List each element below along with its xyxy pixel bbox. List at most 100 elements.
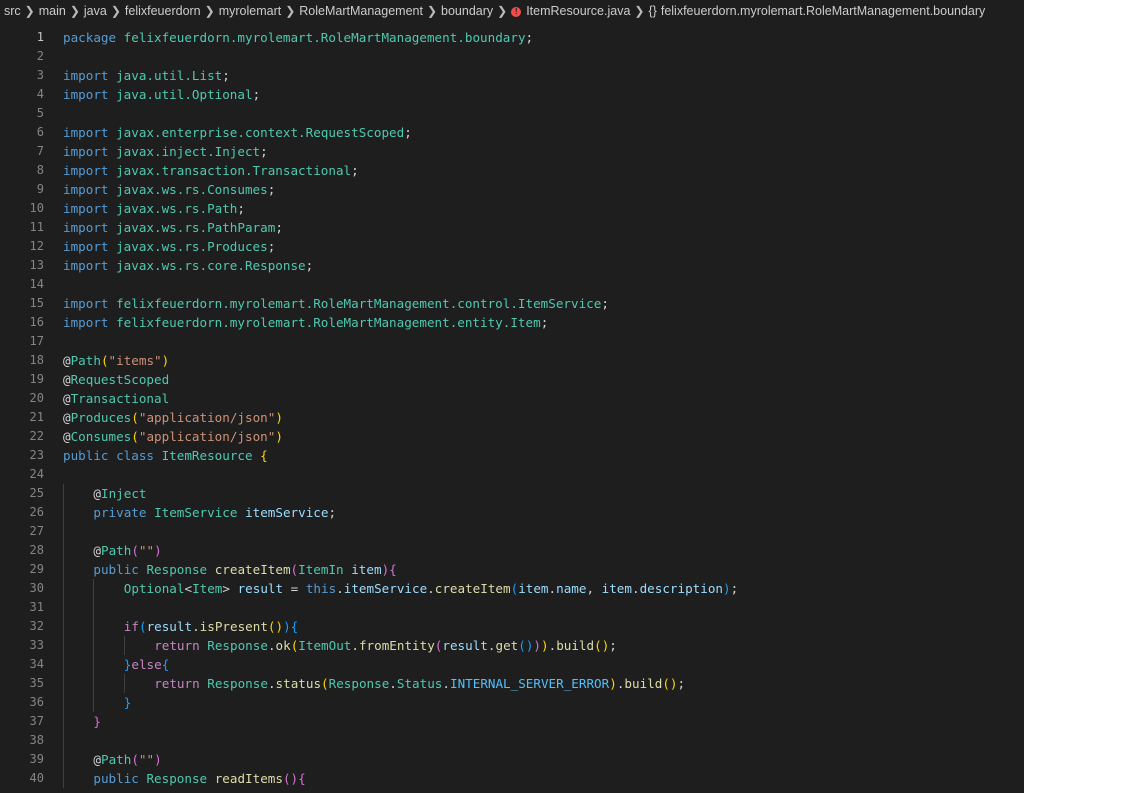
code-line[interactable]: 13 import javax.ws.rs.core.Response; xyxy=(0,256,1024,275)
code-line[interactable]: 35 return Response.status(Response.Status… xyxy=(0,674,1024,693)
code-line[interactable]: 2 xyxy=(0,47,1024,66)
code-line[interactable]: 24 xyxy=(0,465,1024,484)
code-editor[interactable]: src ❯ main ❯ java ❯ felixfeuerdorn ❯ myr… xyxy=(0,0,1024,793)
breadcrumb-myrolemart[interactable]: myrolemart xyxy=(219,4,282,18)
code-token: itemService xyxy=(245,505,329,520)
code-token: ) xyxy=(722,581,731,596)
code-token: import xyxy=(63,163,117,178)
indent-guide xyxy=(63,655,64,674)
code-token: createItem xyxy=(434,581,511,596)
code-token: ; xyxy=(525,30,534,45)
code-line[interactable]: 38 xyxy=(0,731,1024,750)
code-token: import xyxy=(63,239,117,254)
code-line[interactable]: 33 return Response.ok(ItemOut.fromEntity(… xyxy=(0,636,1024,655)
code-line[interactable]: 20 @Transactional xyxy=(0,389,1024,408)
code-token: ( xyxy=(131,543,139,558)
breadcrumb-felixfeuerdorn[interactable]: felixfeuerdorn xyxy=(125,4,201,18)
code-line[interactable]: 21 @Produces("application/json") xyxy=(0,408,1024,427)
line-content: public Response createItem(ItemIn item){ xyxy=(93,560,396,579)
line-content: import felixfeuerdorn.myrolemart.RoleMar… xyxy=(63,313,548,332)
code-line[interactable]: 4 import java.util.Optional; xyxy=(0,85,1024,104)
code-token: ; xyxy=(730,581,739,596)
code-token: ( xyxy=(290,562,299,577)
line-number: 15 xyxy=(29,296,44,310)
line-content: import javax.ws.rs.Path; xyxy=(63,199,245,218)
line-number: 26 xyxy=(29,505,44,519)
code-line[interactable]: 15 import felixfeuerdorn.myrolemart.RoleM… xyxy=(0,294,1024,313)
line-number: 18 xyxy=(29,353,44,367)
code-line[interactable]: 16 import felixfeuerdorn.myrolemart.RoleM… xyxy=(0,313,1024,332)
code-token: ) xyxy=(283,619,291,634)
code-line[interactable]: 5 xyxy=(0,104,1024,123)
code-line[interactable]: 25 @Inject xyxy=(0,484,1024,503)
code-line[interactable]: 18 @Path("items") xyxy=(0,351,1024,370)
code-line[interactable]: 6 import javax.enterprise.context.Request… xyxy=(0,123,1024,142)
indent-guide xyxy=(63,522,64,541)
code-line[interactable]: 30 Optional<Item> result = this.itemServi… xyxy=(0,579,1024,598)
code-token: . xyxy=(548,581,557,596)
code-token: ) xyxy=(609,676,617,691)
breadcrumb-file[interactable]: ! ItemResource.java xyxy=(511,4,630,18)
code-line[interactable]: 36} xyxy=(0,693,1024,712)
line-content: private ItemService itemService; xyxy=(93,503,336,522)
code-line[interactable]: 8 import javax.transaction.Transactional; xyxy=(0,161,1024,180)
indent-guide xyxy=(63,598,64,617)
code-line[interactable]: 9 import javax.ws.rs.Consumes; xyxy=(0,180,1024,199)
line-number: 6 xyxy=(36,125,44,139)
code-token: javax.inject.Inject xyxy=(116,144,261,159)
code-line[interactable]: 39 @Path("") xyxy=(0,750,1024,769)
code-line[interactable]: 28 @Path("") xyxy=(0,541,1024,560)
code-line[interactable]: 40 public Response readItems(){ xyxy=(0,769,1024,788)
line-number: 24 xyxy=(29,467,44,481)
code-line[interactable]: 10 import javax.ws.rs.Path; xyxy=(0,199,1024,218)
code-line[interactable]: 3 import java.util.List; xyxy=(0,66,1024,85)
code-line[interactable]: 34}else{ xyxy=(0,655,1024,674)
code-token: . xyxy=(427,581,435,596)
code-token: @ xyxy=(63,391,71,406)
code-token: @ xyxy=(63,410,71,425)
code-line[interactable]: 29 public Response createItem(ItemIn item… xyxy=(0,560,1024,579)
line-content: import javax.ws.rs.Produces; xyxy=(63,237,275,256)
code-token: javax.transaction.Transactional xyxy=(116,163,352,178)
line-content: import javax.inject.Inject; xyxy=(63,142,268,161)
code-line[interactable]: 17 xyxy=(0,332,1024,351)
code-line[interactable]: 7 import javax.inject.Inject; xyxy=(0,142,1024,161)
breadcrumb-boundary[interactable]: boundary xyxy=(441,4,493,18)
line-content: import javax.enterprise.context.RequestS… xyxy=(63,123,412,142)
code-line[interactable]: 14 xyxy=(0,275,1024,294)
code-line[interactable]: 31 xyxy=(0,598,1024,617)
line-content: import javax.ws.rs.PathParam; xyxy=(63,218,283,237)
code-token: javax.ws.rs.PathParam xyxy=(116,220,276,235)
code-line[interactable]: 12 import javax.ws.rs.Produces; xyxy=(0,237,1024,256)
code-lines[interactable]: 1 package felixfeuerdorn.myrolemart.RoleM… xyxy=(0,28,1024,788)
code-token: ; xyxy=(260,144,268,159)
code-line[interactable]: 37} xyxy=(0,712,1024,731)
breadcrumb-main[interactable]: main xyxy=(39,4,66,18)
error-icon: ! xyxy=(511,6,522,17)
breadcrumb-symbol[interactable]: {} felixfeuerdorn.myrolemart.RoleMartMana… xyxy=(648,4,985,18)
code-line[interactable]: 27 xyxy=(0,522,1024,541)
line-number: 27 xyxy=(29,524,44,538)
line-content: Optional<Item> result = this.itemService… xyxy=(124,579,738,598)
code-line[interactable]: 1 package felixfeuerdorn.myrolemart.RoleM… xyxy=(0,28,1024,47)
code-line[interactable]: 23 public class ItemResource { xyxy=(0,446,1024,465)
code-line[interactable]: 32 if(result.isPresent()){ xyxy=(0,617,1024,636)
chevron-right-icon: ❯ xyxy=(497,4,508,18)
code-token: ; xyxy=(305,258,314,273)
line-number: 38 xyxy=(29,733,44,747)
code-token: Response xyxy=(207,638,268,653)
code-token: . xyxy=(631,581,640,596)
breadcrumb-symbol-label: felixfeuerdorn.myrolemart.RoleMartManage… xyxy=(660,4,986,18)
line-number: 35 xyxy=(29,676,44,690)
breadcrumb-java[interactable]: java xyxy=(84,4,107,18)
breadcrumb-rolemartmanagement[interactable]: RoleMartManagement xyxy=(299,4,423,18)
code-token: public xyxy=(93,771,147,786)
code-line[interactable]: 22 @Consumes("application/json") xyxy=(0,427,1024,446)
code-line[interactable]: 19 @RequestScoped xyxy=(0,370,1024,389)
line-number: 20 xyxy=(29,391,44,405)
line-number: 17 xyxy=(29,334,44,348)
code-line[interactable]: 11 import javax.ws.rs.PathParam; xyxy=(0,218,1024,237)
code-token: ) xyxy=(275,410,283,425)
breadcrumb-src[interactable]: src xyxy=(4,4,21,18)
code-line[interactable]: 26 private ItemService itemService; xyxy=(0,503,1024,522)
